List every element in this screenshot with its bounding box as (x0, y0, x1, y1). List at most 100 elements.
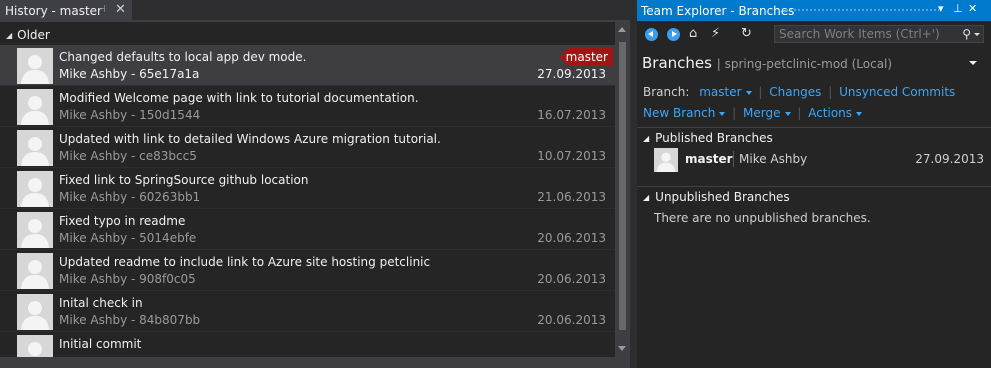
merge-label: Merge (743, 106, 781, 120)
forward-arrow-icon[interactable] (667, 28, 680, 41)
avatar (17, 294, 53, 330)
commit-message: Changed defaults to local app dev mode. (59, 50, 307, 64)
pin-icon[interactable]: ⊣ (97, 4, 106, 15)
actions-button[interactable]: Actions (808, 106, 863, 120)
commit-author-hash: Mike Ashby - 84b807bb (59, 313, 201, 327)
commit-message: Fixed typo in readme (59, 214, 186, 228)
commit-date: 20.06.2013 (537, 313, 606, 327)
commit-row[interactable]: Updated readme to include link to Azure … (0, 250, 615, 291)
connect-plug-icon[interactable]: ⚡ (711, 26, 720, 41)
actions-label: Actions (808, 106, 853, 120)
branch-name: master (685, 152, 733, 166)
avatar (17, 130, 53, 166)
tab-underline (0, 20, 630, 22)
unsynced-commits-link[interactable]: Unsynced Commits (839, 85, 955, 99)
search-dropdown-icon[interactable] (974, 33, 980, 36)
commit-author-hash: Mike Ashby - 60263bb1 (59, 190, 201, 204)
merge-button[interactable]: Merge (743, 106, 791, 120)
chevron-down-icon (745, 90, 752, 95)
commit-row[interactable]: Initial commit (0, 332, 615, 357)
avatar (17, 253, 53, 289)
commit-author-hash: Mike Ashby - 65e17a1a (59, 67, 200, 81)
history-pane: History - master ⊣ ✕ ◢ Older Changed def… (0, 0, 630, 368)
commit-date: 10.07.2013 (537, 149, 606, 163)
avatar (17, 89, 53, 125)
branch-row-master[interactable]: master Mike Ashby 27.09.2013 (654, 148, 984, 172)
close-icon[interactable]: ✕ (968, 2, 977, 15)
commit-message: Inital check in (59, 296, 143, 310)
horizontal-scrollbar[interactable] (0, 357, 630, 368)
commit-message: Fixed link to SpringSource github locati… (59, 173, 309, 187)
current-branch-dropdown[interactable]: master (699, 85, 752, 99)
branch-line: Branch: master | Changes | Unsynced Comm… (643, 85, 955, 99)
titlebar-grip (785, 8, 939, 13)
commit-date: 20.06.2013 (537, 272, 606, 286)
commit-date: 27.09.2013 (537, 67, 606, 81)
page-menu-dropdown-icon[interactable] (969, 61, 977, 65)
commit-row[interactable]: Fixed link to SpringSource github locati… (0, 168, 615, 209)
scrollbar-thumb[interactable] (619, 42, 626, 330)
changes-link[interactable]: Changes (769, 85, 821, 99)
vertical-scrollbar[interactable] (615, 22, 630, 357)
commit-list: Changed defaults to local app dev mode. M… (0, 45, 615, 357)
commit-row[interactable]: Updated with link to detailed Windows Az… (0, 127, 615, 168)
new-branch-button[interactable]: New Branch (643, 106, 726, 120)
avatar (17, 48, 53, 84)
commit-date: 20.06.2013 (537, 231, 606, 245)
home-icon[interactable]: ⌂ (689, 26, 697, 41)
commit-message: Updated with link to detailed Windows Az… (59, 132, 441, 146)
chevron-down-icon (719, 111, 726, 116)
commit-row[interactable]: Fixed typo in readme Mike Ashby - 5014ebf… (0, 209, 615, 250)
divider: | (758, 85, 763, 99)
repo-separator: | (716, 57, 725, 71)
history-tabbar: History - master ⊣ ✕ (0, 0, 630, 22)
team-explorer-toolbar: ⌂ ⚡ ↻ Search Work Items (Ctrl+') ⚲ (637, 22, 991, 46)
close-icon[interactable]: ✕ (115, 2, 126, 17)
published-branches-label: Published Branches (655, 131, 773, 145)
divider: | (797, 106, 802, 120)
commit-author-hash: Mike Ashby - 5014ebfe (59, 231, 197, 245)
search-placeholder: Search Work Items (Ctrl+') (779, 27, 940, 41)
commit-message: Modified Welcome page with link to tutor… (59, 91, 419, 105)
divider: | (732, 106, 737, 120)
chevron-down-icon (856, 111, 863, 116)
history-tab-title: History - master (5, 4, 102, 18)
branch-date: 27.09.2013 (915, 152, 984, 166)
commit-row[interactable]: Changed defaults to local app dev mode. M… (0, 45, 615, 86)
commit-message: Initial commit (59, 337, 142, 351)
collapse-triangle-icon: ◢ (643, 133, 650, 143)
page-title: Branches (642, 54, 712, 72)
page-header: Branches | spring-petclinic-mod (Local) (642, 54, 892, 72)
branch-badge: master (559, 48, 613, 66)
unpublished-branches-label: Unpublished Branches (655, 190, 790, 204)
unpublished-branches-section[interactable]: ◢ Unpublished Branches (637, 186, 991, 207)
scroll-down-arrow-icon[interactable] (618, 346, 626, 351)
commit-date: 21.06.2013 (537, 190, 606, 204)
commit-row[interactable]: Modified Welcome page with link to tutor… (0, 86, 615, 127)
commit-date: 16.07.2013 (537, 108, 606, 122)
group-label: Older (17, 28, 50, 42)
search-icon[interactable]: ⚲ (962, 27, 971, 41)
branch-label: Branch: (643, 85, 690, 99)
avatar (17, 212, 53, 248)
window-menu-dropdown-icon[interactable]: ▾ (938, 2, 944, 15)
back-arrow-icon[interactable] (645, 28, 658, 41)
commit-row[interactable]: Inital check in Mike Ashby - 84b807bb 20.0… (0, 291, 615, 332)
team-explorer-title: Team Explorer - Branches (641, 3, 795, 18)
team-explorer-titlebar: Team Explorer - Branches ▾ ⊥ ✕ (637, 0, 991, 21)
group-header-older[interactable]: ◢ Older (0, 26, 615, 44)
published-branches-section[interactable]: ◢ Published Branches (637, 127, 991, 148)
pane-splitter[interactable] (630, 0, 637, 368)
history-tab[interactable]: History - master ⊣ ✕ (0, 0, 132, 22)
refresh-icon[interactable]: ↻ (741, 26, 752, 41)
scroll-up-arrow-icon[interactable] (618, 27, 626, 32)
chevron-down-icon (784, 111, 791, 116)
divider (733, 151, 734, 167)
new-branch-label: New Branch (643, 106, 716, 120)
avatar (654, 148, 678, 172)
collapse-triangle-icon: ◢ (643, 192, 650, 202)
search-work-items-input[interactable]: Search Work Items (Ctrl+') ⚲ (774, 25, 984, 43)
divider: | (828, 85, 833, 99)
pin-icon[interactable]: ⊥ (953, 2, 963, 15)
commit-author-hash: Mike Ashby - 908f0c05 (59, 272, 196, 286)
